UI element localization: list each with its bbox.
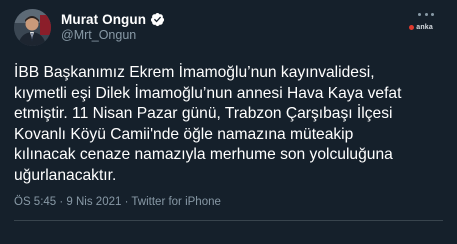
more-dot <box>418 12 421 16</box>
more-dot <box>431 12 434 16</box>
tweet-timestamp[interactable]: ÖS 5:45 · 9 Nis 2021 · Twitter for iPhon… <box>14 196 221 208</box>
avatar-image <box>14 9 51 46</box>
author-handle[interactable]: @Mrt_Ongun <box>61 28 136 42</box>
avatar[interactable] <box>14 9 51 46</box>
watermark-dot <box>409 25 415 30</box>
author-name[interactable]: Murat Ongun <box>61 12 146 27</box>
more-dot <box>424 12 428 16</box>
verified-badge-icon <box>150 12 165 27</box>
author-header: Murat Ongun <box>61 10 165 28</box>
more-dots-icon[interactable] <box>418 8 434 20</box>
tweet-card: Murat Ongun @Mrt_Ongun anka İBB Başkanım… <box>0 0 457 244</box>
watermark-text: anka <box>416 24 433 31</box>
watermark-logo: anka <box>409 24 433 31</box>
divider <box>14 220 443 221</box>
tweet-text: İBB Başkanımız Ekrem İmamoğlu’nun kayınv… <box>14 64 402 184</box>
